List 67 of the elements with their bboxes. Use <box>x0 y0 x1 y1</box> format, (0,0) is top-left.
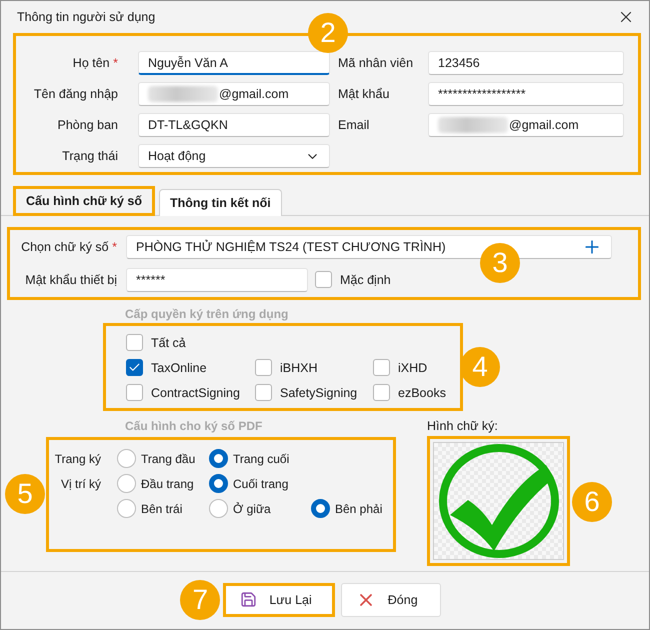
field-label: Tên đăng nhập <box>32 87 119 101</box>
window-title: Thông tin người sử dụng <box>17 10 156 24</box>
checkbox-label: ezBooks <box>398 386 446 400</box>
blurred-text <box>148 86 218 102</box>
field-label: Mật khẩu thiết bị <box>24 272 118 286</box>
radio-label: Đầu trang <box>141 476 194 490</box>
group-title: Cấu hình cho ký số PDF <box>125 419 264 433</box>
input-field[interactable]: Nguyễn Văn A <box>138 51 330 75</box>
field-label: Chọn chữ ký số * <box>20 240 118 254</box>
callout-badge: 4 <box>460 347 500 387</box>
checkbox[interactable] <box>255 384 272 401</box>
save-icon <box>240 591 258 608</box>
input-field[interactable]: ****************** <box>428 82 624 106</box>
required-mark: * <box>112 240 117 254</box>
checkbox-label: ContractSigning <box>151 386 240 400</box>
radio-label: Trang cuối <box>233 452 290 466</box>
radio-button[interactable] <box>209 474 228 493</box>
checkbox[interactable] <box>373 384 390 401</box>
checkbox-label: SafetySigning <box>280 386 358 400</box>
callout-badge: 5 <box>5 474 45 514</box>
checkbox[interactable] <box>126 359 143 376</box>
checkbox-label: TaxOnline <box>151 360 207 374</box>
required-mark: * <box>113 56 118 70</box>
callout-badge: 7 <box>180 580 220 620</box>
checkbox[interactable] <box>255 359 272 376</box>
option-label: Vị trí ký <box>60 476 102 490</box>
status-dropdown[interactable]: Hoạt động <box>138 144 330 168</box>
field-label: Mã nhân viên <box>337 56 414 70</box>
checkbox[interactable] <box>315 271 332 288</box>
password-field[interactable]: ****** <box>126 268 308 292</box>
checkbox[interactable] <box>126 334 143 351</box>
checkbox-label: iXHD <box>398 360 428 374</box>
image-label: Hình chữ ký: <box>427 419 499 433</box>
callout-badge: 3 <box>480 243 520 283</box>
checkbox-label: Mặc định <box>340 272 391 286</box>
checkbox[interactable] <box>373 359 390 376</box>
close-button[interactable]: Đóng <box>340 582 441 616</box>
tab[interactable]: Cấu hình chữ ký số <box>13 186 156 216</box>
radio-button[interactable] <box>117 499 136 518</box>
radio-label: Trang đầu <box>141 452 196 466</box>
radio-button[interactable] <box>117 449 136 468</box>
checkbox-label: Tất cả <box>151 336 186 350</box>
field-label: Phòng ban <box>56 118 119 132</box>
input-field[interactable]: @gmail.com <box>428 113 624 137</box>
field-label: Trạng thái <box>61 149 119 163</box>
radio-button[interactable] <box>209 449 228 468</box>
blurred-text <box>438 117 508 133</box>
field-label: Email <box>337 118 370 132</box>
group-title: Cấp quyền ký trên ứng dụng <box>125 307 290 321</box>
radio-label: Bên phải <box>335 502 382 516</box>
input-field[interactable]: 123456 <box>428 51 624 75</box>
checkbox-label: iBHXH <box>280 360 318 374</box>
input-field[interactable]: DT-TL&GQKN <box>138 113 330 137</box>
radio-label: Cuối trang <box>233 476 288 490</box>
tab[interactable]: Thông tin kết nối <box>159 189 282 216</box>
callout-badge: 2 <box>308 13 348 53</box>
radio-label: Bên trái <box>141 502 182 516</box>
callout-badge: 6 <box>572 482 612 522</box>
field-label: Mật khẩu <box>337 87 390 101</box>
radio-button[interactable] <box>311 499 330 518</box>
checkbox[interactable] <box>126 384 143 401</box>
field-label: Họ tên * <box>72 56 119 70</box>
input-field[interactable]: @gmail.com <box>138 82 330 106</box>
radio-label: Ở giữa <box>233 502 271 516</box>
radio-button[interactable] <box>117 474 136 493</box>
option-label: Trang ký <box>54 452 102 466</box>
radio-button[interactable] <box>209 499 228 518</box>
